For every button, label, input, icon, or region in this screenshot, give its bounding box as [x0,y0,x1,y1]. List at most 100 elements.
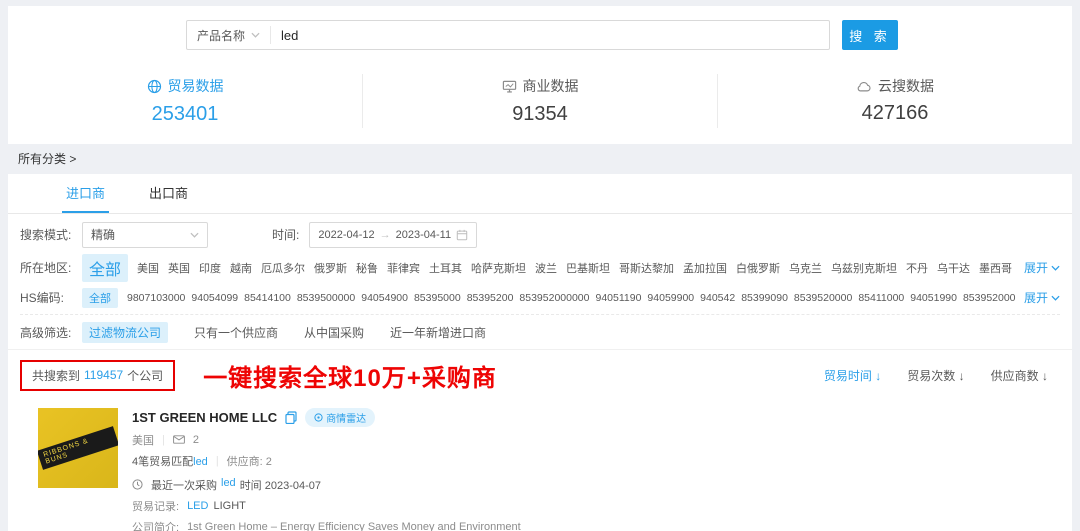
mail-count: 2 [193,434,199,446]
chevron-down-icon [190,232,199,238]
region-option[interactable]: 印度 [199,260,221,276]
company-card: RIBBONS & BUNS 1ST GREEN HOME LLC 商情雷达 美… [8,399,1072,531]
hs-code-option[interactable]: 8539500000 [297,292,355,304]
document-icon[interactable] [285,411,297,424]
arrow-down-icon: ↓ [1042,369,1048,383]
search-bar: 产品名称 搜 索 [186,20,898,50]
cloud-icon [856,79,872,93]
advanced-filter-option[interactable]: 从中国采购 [304,324,364,341]
hs-code-option[interactable]: 8539520000 [794,292,852,304]
globe-icon [147,79,162,94]
hs-code-option[interactable]: 94051990 [910,292,957,304]
search-category-value: 产品名称 [197,27,245,44]
breadcrumb[interactable]: 所有分类 > [0,144,1080,174]
hs-code-option[interactable]: 85395200 [467,292,514,304]
region-option[interactable]: 白俄罗斯 [736,260,780,276]
region-option[interactable]: 哥斯达黎加 [619,260,674,276]
chevron-down-icon [251,32,260,38]
hs-code-option[interactable]: 85414100 [244,292,291,304]
hs-option-all[interactable]: 全部 [82,288,118,308]
region-option[interactable]: 土耳其 [429,260,462,276]
results-count: 119457 [84,368,123,382]
region-filter-row: 所在地区: 全部 美国英国印度越南厄瓜多尔俄罗斯秘鲁菲律宾土耳其哈萨克斯坦波兰巴… [20,254,1060,282]
hs-code-option[interactable]: 94054099 [191,292,238,304]
hs-code-option[interactable]: 94059900 [647,292,694,304]
region-options: 美国英国印度越南厄瓜多尔俄罗斯秘鲁菲律宾土耳其哈萨克斯坦波兰巴基斯坦哥斯达黎加孟… [137,260,1016,276]
search-mode-select[interactable]: 精确 [82,222,208,248]
mail-icon [173,435,185,444]
mode-time-filter-row: 搜索模式: 精确 时间: 2022-04-12 → 2023-04-11 [20,222,1060,248]
region-option[interactable]: 厄瓜多尔 [261,260,305,276]
company-profile: 1st Green Home – Energy Efficiency Saves… [187,521,521,531]
region-option[interactable]: 俄罗斯 [314,260,347,276]
stat-cloud-search-data[interactable]: 云搜数据 427166 [717,74,1072,128]
region-option[interactable]: 波兰 [535,260,557,276]
radar-badge[interactable]: 商情雷达 [305,408,375,427]
search-mode-value: 精确 [91,226,115,243]
search-category-select[interactable]: 产品名称 [187,26,271,44]
region-option[interactable]: 乌兹别克斯坦 [831,260,897,276]
region-option[interactable]: 美国 [137,260,159,276]
matched-keyword: led [193,456,208,468]
region-option[interactable]: 孟加拉国 [683,260,727,276]
hs-expand-link[interactable]: 展开 [1024,289,1060,306]
region-option[interactable]: 乌干达 [937,260,970,276]
time-label: 时间: [272,226,299,243]
region-option[interactable]: 墨西哥 [979,260,1012,276]
region-option[interactable]: 秘鲁 [356,260,378,276]
summary-prefix: 共搜索到 [32,367,80,384]
advanced-filter-row: 高级筛选: 过滤物流公司 只有一个供应商从中国采购近一年新增进口商 [20,314,1060,343]
profile-label: 公司简介: [132,519,179,531]
marketing-annotation-text: 一键搜索全球10万+采购商 [203,358,497,393]
stat-value: 91354 [363,103,717,126]
region-option[interactable]: 巴基斯坦 [566,260,610,276]
region-option[interactable]: 越南 [230,260,252,276]
last-purchase-label: 最近一次采购 [151,477,217,493]
hs-code-option[interactable]: 85395000 [414,292,461,304]
supplier-count: 供应商: 2 [227,453,272,469]
hs-code-option[interactable]: 8539520009 [963,292,1016,304]
hs-code-option[interactable]: 853952000000 [519,292,589,304]
hs-code-option[interactable]: 9807103000 [127,292,185,304]
stat-label: 云搜数据 [878,76,934,96]
date-range-picker[interactable]: 2022-04-12 → 2023-04-11 [309,222,477,248]
last-purchase-date: 时间 2023-04-07 [240,477,321,493]
region-option[interactable]: 哈萨克斯坦 [471,260,526,276]
region-option[interactable]: 英国 [168,260,190,276]
data-source-stats: 贸易数据 253401 商业数据 91354 云搜数据 427166 [8,74,1072,128]
advanced-filter-option[interactable]: 只有一个供应商 [194,324,278,341]
sort-supplier-count[interactable]: 供应商数 ↓ [991,367,1048,384]
filter-exclude-logistics[interactable]: 过滤物流公司 [82,322,168,343]
company-thumbnail: RIBBONS & BUNS [38,408,118,488]
tab-importers[interactable]: 进口商 [66,183,105,213]
region-expand-link[interactable]: 展开 [1024,259,1060,276]
date-start: 2022-04-12 [318,229,374,241]
hs-code-filter-row: HS编码: 全部 9807103000 94054099 85414100 85395… [20,288,1060,308]
arrow-down-icon: ↓ [875,369,881,383]
advanced-filter-option[interactable]: 近一年新增进口商 [390,324,486,341]
sort-trade-count[interactable]: 贸易次数 ↓ [907,367,964,384]
region-option[interactable]: 不丹 [906,260,928,276]
hs-code-option[interactable]: 94051190 [595,292,641,304]
clock-icon [132,479,143,490]
hs-code-options: 9807103000 94054099 85414100 8539500000 9405… [127,292,1016,304]
hs-code-option[interactable]: 85399090 [741,292,788,304]
tab-exporters[interactable]: 出口商 [149,183,188,213]
stat-trade-data[interactable]: 贸易数据 253401 [8,74,362,128]
results-summary-annotation-box: 共搜索到 119457 个公司 [20,360,175,391]
advanced-filter-options: 只有一个供应商 从中国采购 近一年新增进口商 [194,324,1060,341]
search-input[interactable] [271,28,829,43]
hs-code-option[interactable]: 94054900 [361,292,408,304]
results-header: 共搜索到 119457 个公司 一键搜索全球10万+采购商 贸易时间 ↓ 贸易次… [8,349,1072,399]
hs-code-option[interactable]: 940542 [700,292,735,304]
stat-value: 427166 [718,102,1072,125]
sort-trade-time[interactable]: 贸易时间 ↓ [824,367,881,384]
stat-business-data[interactable]: 商业数据 91354 [362,74,717,128]
region-option[interactable]: 乌克兰 [789,260,822,276]
hs-code-label: HS编码: [20,289,82,306]
search-button[interactable]: 搜 索 [842,20,898,50]
region-option[interactable]: 菲律宾 [387,260,420,276]
hs-code-option[interactable]: 85411000 [858,292,904,304]
region-option-all[interactable]: 全部 [82,254,128,282]
company-name[interactable]: 1ST GREEN HOME LLC [132,410,277,425]
